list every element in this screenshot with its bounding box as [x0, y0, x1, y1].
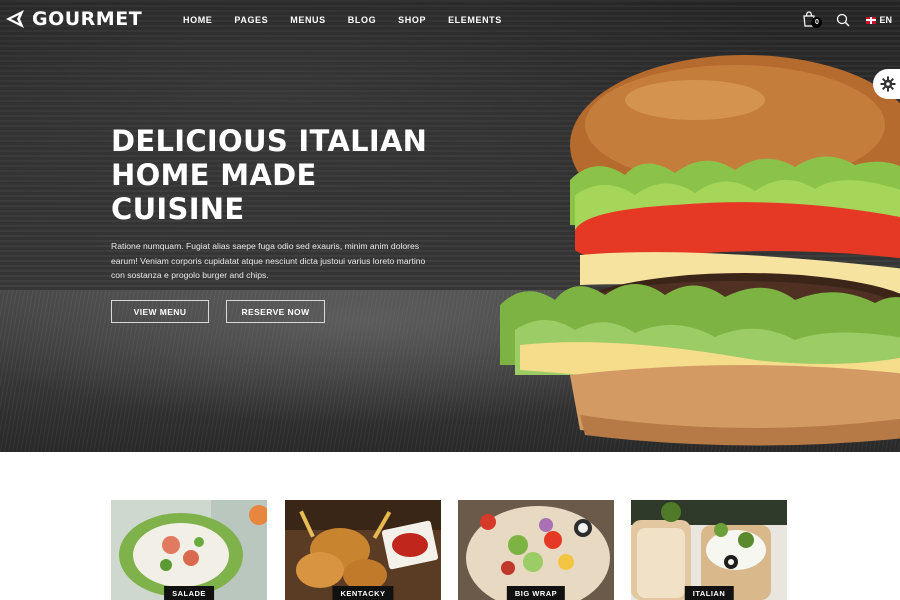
nav-actions: 0 EN [802, 11, 892, 29]
gear-icon [880, 76, 896, 92]
logo-text: GOURMET [32, 8, 143, 30]
view-menu-button[interactable]: VIEW MENU [111, 300, 209, 323]
hero-section [0, 0, 900, 452]
category-cards: SALADE KENTACKY BIG WRAP ITALIAN [111, 500, 791, 600]
category-label-italian: ITALIAN [684, 586, 734, 600]
logo[interactable]: GOURMET [4, 8, 142, 30]
kentacky-image [285, 500, 441, 600]
menu-item-menus[interactable]: MENUS [290, 15, 326, 25]
menu-item-elements[interactable]: ELEMENTS [448, 15, 502, 25]
main-menu: HOME PAGES MENUS BLOG SHOP ELEMENTS [183, 15, 524, 25]
hero-description: Ratione numquam. Fugiat alias saepe fuga… [111, 241, 426, 280]
cart-count-badge: 0 [811, 17, 823, 28]
settings-toggle[interactable] [873, 69, 900, 99]
menu-item-shop[interactable]: SHOP [398, 15, 426, 25]
reserve-now-button[interactable]: RESERVE NOW [226, 300, 325, 323]
category-label-salade: SALADE [164, 586, 214, 600]
category-card-italian[interactable]: ITALIAN [631, 500, 787, 600]
category-label-big-wrap: BIG WRAP [506, 586, 566, 600]
salade-image [111, 500, 267, 600]
menu-item-blog[interactable]: BLOG [348, 15, 376, 25]
burger-image [500, 55, 900, 446]
category-card-kentacky[interactable]: KENTACKY [285, 500, 441, 600]
menu-item-home[interactable]: HOME [183, 15, 212, 25]
language-label: EN [879, 15, 892, 25]
navbar: GOURMET HOME PAGES MENUS BLOG SHOP ELEME… [0, 0, 900, 42]
category-label-kentacky: KENTACKY [332, 586, 394, 600]
category-card-salade[interactable]: SALADE [111, 500, 267, 600]
category-card-big-wrap[interactable]: BIG WRAP [458, 500, 614, 600]
menu-item-pages[interactable]: PAGES [234, 15, 268, 25]
search-icon[interactable] [836, 13, 851, 27]
italian-image [631, 500, 787, 600]
uk-flag-icon [866, 16, 877, 24]
big-wrap-image [458, 500, 614, 600]
cart-button[interactable]: 0 [802, 11, 823, 29]
logo-icon [6, 10, 24, 28]
language-switcher[interactable]: EN [866, 15, 892, 25]
hero-title: DELICIOUS ITALIAN HOME MADE CUISINE [111, 124, 428, 226]
